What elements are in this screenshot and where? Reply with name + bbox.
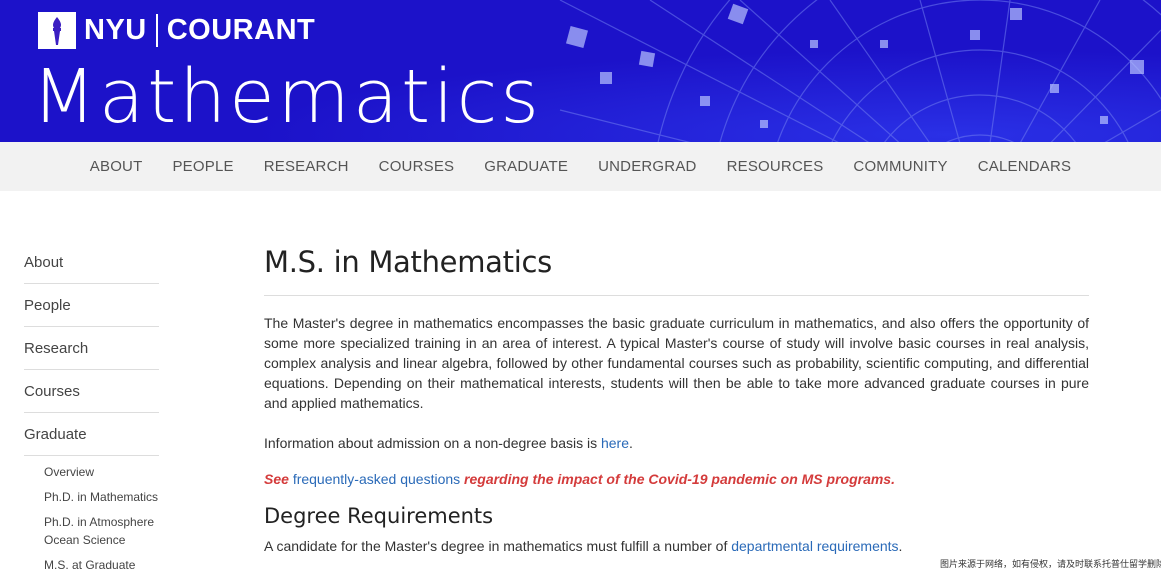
- sidebar-item-about[interactable]: About: [24, 241, 159, 284]
- nav-courses[interactable]: COURSES: [364, 142, 470, 175]
- header-banner: NYU COURANT Mathematics: [0, 0, 1161, 142]
- sidebar-item-people[interactable]: People: [24, 284, 159, 327]
- nav-resources[interactable]: RESOURCES: [712, 142, 839, 175]
- nav-research[interactable]: RESEARCH: [249, 142, 364, 175]
- sidebar: About People Research Courses Graduate O…: [24, 241, 159, 574]
- covid-see-text: See: [264, 471, 293, 487]
- sidebar-item-graduate[interactable]: Graduate: [24, 413, 159, 456]
- main-content: M.S. in Mathematics The Master's degree …: [264, 230, 1089, 556]
- sidebar-subitem-phd-atmosphere-ocean[interactable]: Ph.D. in Atmosphere Ocean Science: [44, 513, 159, 549]
- nyu-torch-icon: [38, 12, 76, 49]
- sidebar-item-courses[interactable]: Courses: [24, 370, 159, 413]
- intro-paragraph: The Master's degree in mathematics encom…: [264, 315, 1089, 411]
- sidebar-subitem-phd-mathematics[interactable]: Ph.D. in Mathematics: [44, 488, 159, 506]
- title-divider: [264, 295, 1089, 296]
- nav-graduate[interactable]: GRADUATE: [469, 142, 583, 175]
- sidebar-subitem-overview[interactable]: Overview: [44, 463, 159, 481]
- nav-people[interactable]: PEOPLE: [157, 142, 248, 175]
- site-title[interactable]: Mathematics: [32, 52, 542, 142]
- nav-undergrad[interactable]: UNDERGRAD: [583, 142, 711, 175]
- covid-notice: See frequently-asked questions regarding…: [264, 469, 1089, 489]
- admission-link[interactable]: here: [601, 435, 629, 451]
- covid-text: regarding the impact of the Covid-19 pan…: [460, 471, 895, 487]
- sidebar-subnav: Overview Ph.D. in Mathematics Ph.D. in A…: [44, 463, 159, 574]
- logo-courant-text: COURANT: [166, 14, 316, 46]
- nav-about[interactable]: ABOUT: [75, 142, 158, 175]
- watermark-text: 图片来源于网络，如有侵权，请及时联系托普仕留学删除: [940, 559, 1161, 569]
- faq-link[interactable]: frequently-asked questions: [293, 471, 460, 487]
- admission-end: .: [629, 435, 633, 451]
- requirements-text: A candidate for the Master's degree in m…: [264, 538, 732, 554]
- admission-text: Information about admission on a non-deg…: [264, 435, 601, 451]
- main-navigation: ABOUT PEOPLE RESEARCH COURSES GRADUATE U…: [0, 142, 1161, 191]
- sidebar-item-research[interactable]: Research: [24, 327, 159, 370]
- departmental-requirements-link[interactable]: departmental requirements: [731, 538, 898, 554]
- requirements-paragraph: A candidate for the Master's degree in m…: [264, 536, 1089, 556]
- logo-nyu-text: NYU: [84, 14, 147, 46]
- nav-community[interactable]: COMMUNITY: [838, 142, 962, 175]
- nyu-courant-logo[interactable]: NYU COURANT: [38, 12, 315, 49]
- degree-requirements-heading: Degree Requirements: [264, 504, 494, 528]
- logo-divider: [155, 14, 158, 47]
- requirements-end: .: [898, 538, 903, 554]
- page-title: M.S. in Mathematics: [264, 245, 552, 279]
- nav-calendars[interactable]: CALENDARS: [963, 142, 1087, 175]
- sidebar-subitem-ms-graduate[interactable]: M.S. at Graduate: [44, 556, 159, 574]
- admission-paragraph: Information about admission on a non-deg…: [264, 433, 1089, 453]
